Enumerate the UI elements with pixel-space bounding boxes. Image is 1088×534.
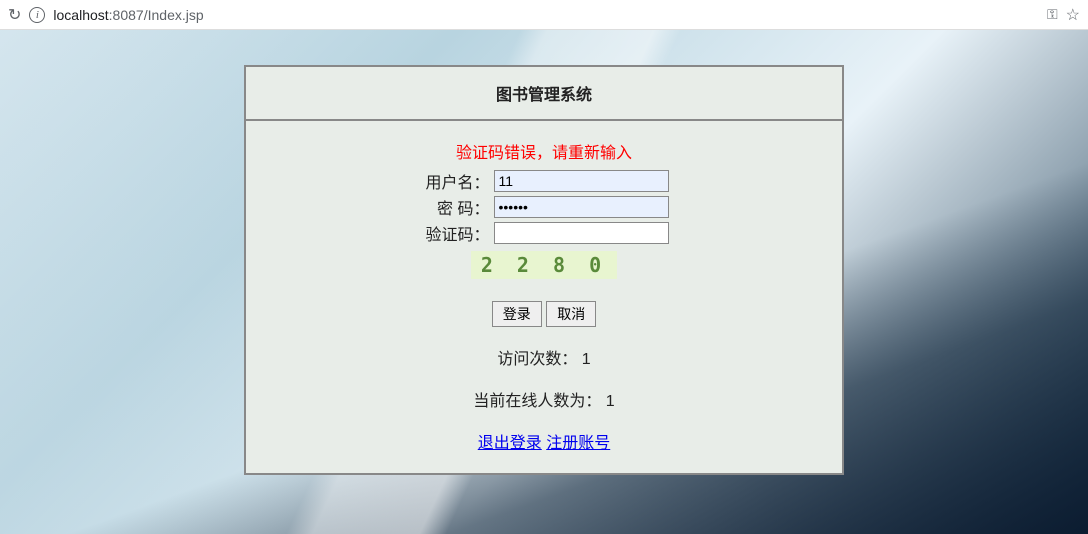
error-message: 验证码错误，请重新输入 bbox=[266, 139, 822, 163]
captcha-label: 验证码： bbox=[420, 221, 490, 245]
key-icon[interactable]: ⚿ bbox=[1047, 6, 1058, 23]
logout-link[interactable]: 退出登录 bbox=[478, 435, 542, 452]
online-count: 当前在线人数为： 1 bbox=[266, 387, 822, 411]
visit-count-label: 访问次数： bbox=[497, 351, 577, 368]
login-button[interactable]: 登录 bbox=[492, 301, 542, 327]
password-row: 密 码： bbox=[266, 195, 822, 219]
online-value: 1 bbox=[606, 393, 615, 410]
visit-count-value: 1 bbox=[582, 351, 591, 368]
captcha-image[interactable]: 2 2 8 0 bbox=[471, 251, 617, 279]
captcha-input[interactable] bbox=[494, 222, 669, 244]
cancel-button[interactable]: 取消 bbox=[546, 301, 596, 327]
visit-count: 访问次数： 1 bbox=[266, 345, 822, 369]
url-port: :8087 bbox=[109, 7, 144, 23]
url-path: /Index.jsp bbox=[144, 7, 204, 23]
password-input[interactable] bbox=[494, 196, 669, 218]
info-icon[interactable]: i bbox=[29, 7, 45, 23]
username-label: 用户名： bbox=[420, 169, 490, 193]
page-title: 图书管理系统 bbox=[246, 67, 842, 121]
login-panel: 图书管理系统 验证码错误，请重新输入 用户名： 密 码： 验证码： 2 2 8 … bbox=[244, 65, 844, 475]
username-input[interactable] bbox=[494, 170, 669, 192]
online-label: 当前在线人数为： bbox=[473, 393, 601, 410]
url-host: localhost bbox=[53, 7, 108, 23]
username-row: 用户名： bbox=[266, 169, 822, 193]
star-icon[interactable]: ☆ bbox=[1066, 5, 1080, 25]
url-display[interactable]: localhost:8087/Index.jsp bbox=[53, 7, 203, 23]
register-link[interactable]: 注册账号 bbox=[546, 435, 610, 452]
reload-icon[interactable]: ↻ bbox=[8, 5, 21, 25]
link-row: 退出登录 注册账号 bbox=[266, 429, 822, 453]
address-bar: ↻ i localhost:8087/Index.jsp ⚿ ☆ bbox=[0, 0, 1088, 30]
button-row: 登录 取消 bbox=[266, 301, 822, 327]
captcha-row: 验证码： bbox=[266, 221, 822, 245]
password-label: 密 码： bbox=[420, 195, 490, 219]
login-body: 验证码错误，请重新输入 用户名： 密 码： 验证码： 2 2 8 0 登录 取消… bbox=[246, 121, 842, 473]
